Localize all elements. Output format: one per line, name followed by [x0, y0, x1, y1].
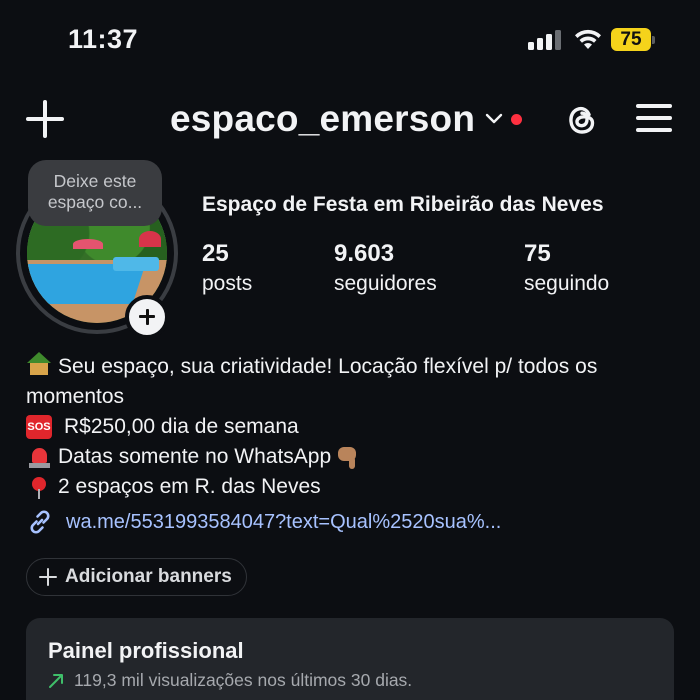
bio-text: Seu espaço, sua criatividade! Locação fl… — [26, 355, 598, 408]
trend-up-arrow-icon — [49, 673, 63, 688]
professional-dashboard-card[interactable]: Painel profissional 119,3 mil visualizaç… — [26, 618, 674, 700]
stat-label: seguidores — [334, 272, 437, 295]
wifi-icon — [575, 29, 601, 49]
police-light-emoji — [26, 445, 54, 469]
add-banners-button[interactable]: Adicionar banners — [26, 558, 247, 596]
stat-value: 75 — [524, 240, 551, 267]
bio-line-1: Seu espaço, sua criatividade! Locação fl… — [26, 352, 686, 412]
battery-indicator: 75 — [611, 28, 655, 51]
chevron-down-icon — [485, 113, 503, 124]
username: espaco_emerson — [170, 98, 476, 139]
plus-icon — [39, 568, 57, 586]
add-story-plus-icon[interactable] — [125, 295, 169, 339]
bio-line-3: Datas somente no WhatsApp — [26, 442, 686, 472]
status-bar: 11:37 75 — [0, 0, 700, 80]
notification-dot — [511, 113, 523, 125]
add-banners-label: Adicionar banners — [65, 566, 232, 587]
bio-text: Datas somente no WhatsApp — [58, 445, 332, 468]
bio-link[interactable]: wa.me/5531993584047?text=Qual%2520sua%..… — [26, 508, 501, 536]
stat-label: posts — [202, 272, 253, 295]
bio-text: 2 espaços em R. das Neves — [58, 475, 321, 498]
professional-dashboard-title: Painel profissional — [48, 638, 244, 663]
battery-level: 75 — [611, 28, 651, 51]
stat-value: 25 — [202, 240, 229, 267]
threads-icon[interactable] — [562, 100, 602, 140]
bio-text: R$250,00 dia de semana — [64, 415, 299, 438]
account-switcher[interactable]: espaco_emerson — [170, 96, 523, 142]
stat-following[interactable]: 75 seguindo — [524, 240, 609, 296]
cellular-signal-icon — [528, 30, 564, 50]
sos-emoji: SOS — [26, 415, 52, 439]
stat-posts[interactable]: 25 posts — [202, 240, 252, 296]
stat-label: seguindo — [524, 272, 610, 295]
battery-cap — [652, 36, 655, 44]
stat-followers[interactable]: 9.603 seguidores — [334, 240, 437, 296]
note-bubble[interactable]: Deixe este espaço co... — [28, 160, 162, 226]
profile-full-name: Espaço de Festa em Ribeirão das Neves — [202, 193, 604, 216]
profile-bio: Seu espaço, sua criatividade! Locação fl… — [26, 352, 686, 502]
bio-line-2: SOS R$250,00 dia de semana — [26, 412, 686, 442]
stat-value: 9.603 — [334, 240, 395, 267]
bio-line-4: 2 espaços em R. das Neves — [26, 472, 686, 502]
hamburger-menu-button[interactable] — [636, 102, 672, 134]
professional-dashboard-subtitle: 119,3 mil visualizações nos últimos 30 d… — [48, 670, 652, 691]
house-with-garden-emoji — [26, 352, 54, 376]
views-summary: 119,3 mil visualizações nos últimos 30 d… — [74, 670, 413, 690]
profile-header: espaco_emerson — [0, 90, 700, 150]
link-icon — [30, 510, 50, 534]
link-url: wa.me/5531993584047?text=Qual%2520sua%..… — [66, 510, 502, 533]
round-pushpin-emoji — [26, 475, 54, 499]
status-time: 11:37 — [68, 24, 139, 54]
backhand-index-pointing-down-emoji — [335, 445, 361, 469]
create-post-button[interactable] — [26, 100, 64, 138]
